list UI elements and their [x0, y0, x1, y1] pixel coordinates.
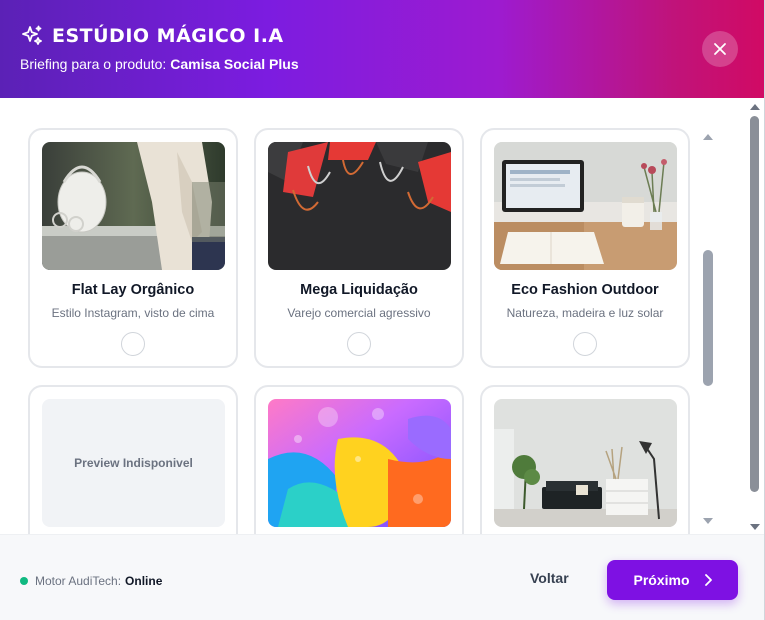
chevron-right-icon: [704, 574, 712, 586]
style-card-eco-fashion[interactable]: Eco Fashion Outdoor Natureza, madeira e …: [480, 128, 690, 368]
next-button-label: Próximo: [633, 572, 690, 588]
preview-placeholder: Preview Indisponivel: [42, 399, 225, 527]
product-name: Camisa Social Plus: [170, 56, 299, 72]
style-name: Flat Lay Orgânico: [71, 282, 195, 298]
title-row: ESTÚDIO MÁGICO I.A: [20, 24, 284, 48]
next-button[interactable]: Próximo: [607, 560, 738, 600]
modal-title: ESTÚDIO MÁGICO I.A: [52, 25, 284, 47]
style-radio[interactable]: [347, 332, 371, 356]
status-label: Motor AudiTech:: [35, 574, 122, 588]
style-name: Mega Liquidação: [300, 282, 418, 298]
living-room-photo: [494, 399, 677, 527]
style-grid-area: Flat Lay Orgânico Estilo Instagram, vist…: [0, 98, 764, 534]
status-value: Online: [125, 574, 163, 588]
style-name: Eco Fashion Outdoor: [511, 282, 659, 298]
style-description: Natureza, madeira e luz solar: [506, 306, 664, 320]
style-card-preview-unavailable[interactable]: Preview Indisponivel: [28, 385, 238, 534]
modal-scroll-thumb[interactable]: [750, 116, 759, 492]
modal-scroll-down-arrow-icon[interactable]: [750, 524, 760, 530]
modal-footer: Motor AudiTech: Online Voltar Próximo: [0, 534, 764, 620]
shopping-bags-photo: [268, 142, 451, 270]
modal-scroll-up-arrow-icon[interactable]: [750, 104, 760, 110]
engine-status: Motor AudiTech: Online: [20, 574, 162, 588]
grid-scrollbar[interactable]: [701, 132, 715, 532]
scroll-up-arrow-icon[interactable]: [703, 134, 713, 140]
sparkles-icon: [22, 25, 42, 45]
style-card-mega-liquidacao[interactable]: Mega Liquidação Varejo comercial agressi…: [254, 128, 464, 368]
style-card-living-room[interactable]: [480, 385, 690, 534]
back-button[interactable]: Voltar: [530, 570, 569, 586]
woman-bag-photo: [42, 142, 225, 270]
subtitle-prefix: Briefing para o produto:: [20, 56, 171, 72]
style-radio[interactable]: [121, 332, 145, 356]
style-description: Estilo Instagram, visto de cima: [51, 306, 215, 320]
style-radio[interactable]: [573, 332, 597, 356]
close-button[interactable]: [702, 31, 738, 67]
scroll-down-arrow-icon[interactable]: [703, 518, 713, 524]
laptop-desk-photo: [494, 142, 677, 270]
colorful-abstract-photo: [268, 399, 451, 527]
style-card-flat-lay[interactable]: Flat Lay Orgânico Estilo Instagram, vist…: [28, 128, 238, 368]
close-icon: [714, 43, 726, 55]
status-dot-icon: [20, 577, 28, 585]
modal-subtitle: Briefing para o produto: Camisa Social P…: [20, 56, 299, 72]
modal-header: ESTÚDIO MÁGICO I.A Briefing para o produ…: [0, 0, 764, 98]
style-description: Varejo comercial agressivo: [287, 306, 431, 320]
style-card-colorful[interactable]: [254, 385, 464, 534]
ai-studio-modal: ESTÚDIO MÁGICO I.A Briefing para o produ…: [0, 0, 765, 620]
preview-unavailable-text: Preview Indisponivel: [74, 456, 193, 470]
scroll-thumb[interactable]: [703, 250, 713, 386]
modal-scrollbar[interactable]: [748, 100, 762, 534]
